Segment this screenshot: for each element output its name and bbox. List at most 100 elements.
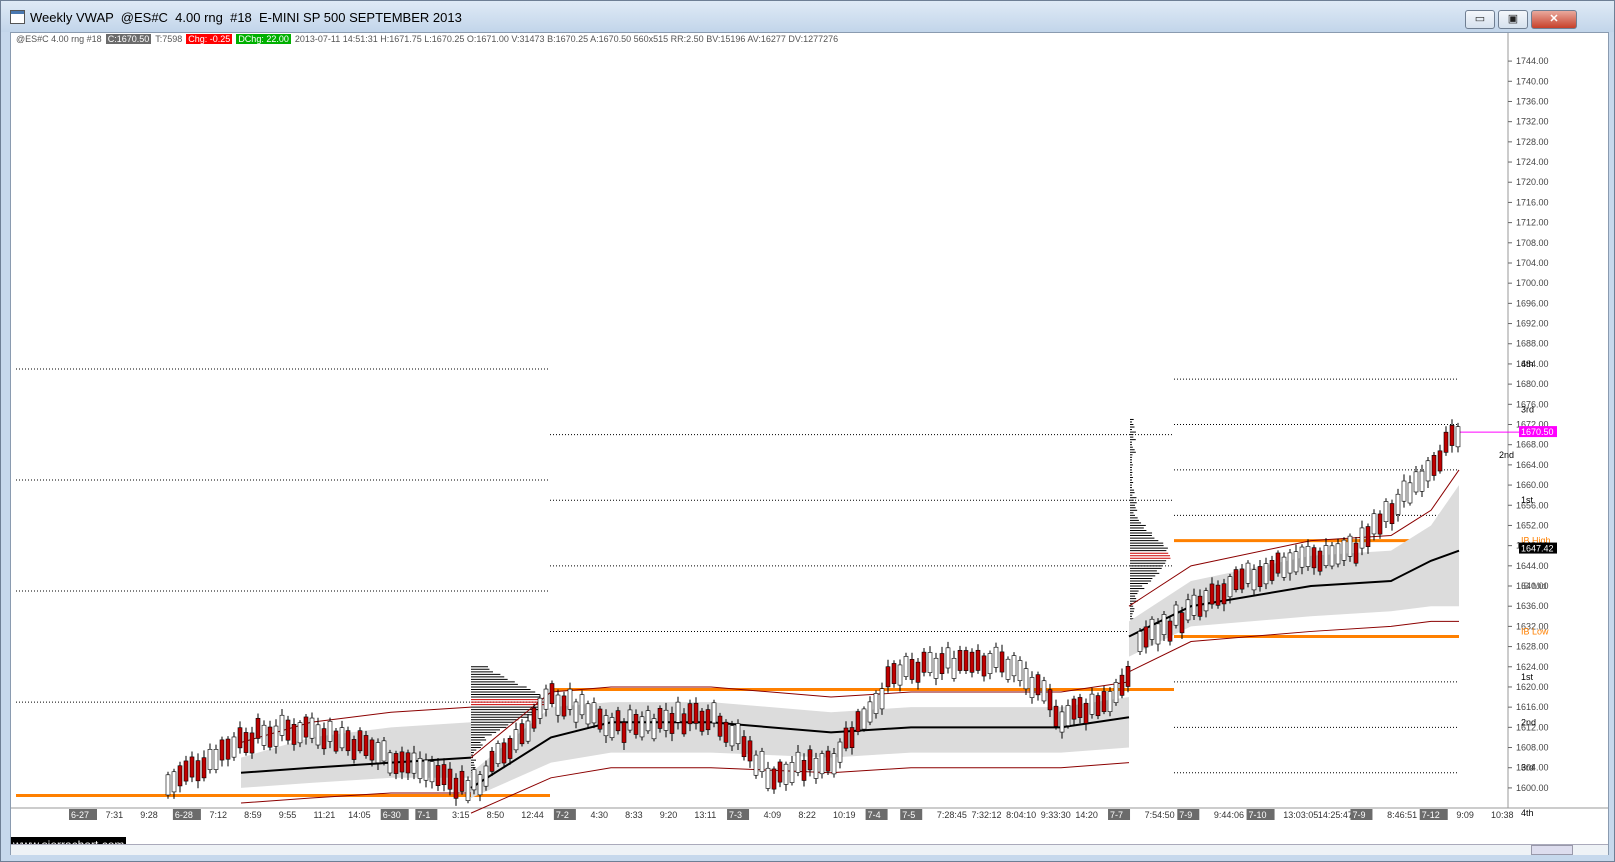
candle [670, 713, 674, 733]
candle [784, 764, 788, 784]
candle [484, 766, 488, 786]
candle [826, 751, 830, 771]
candle [1030, 677, 1034, 697]
candle [1258, 566, 1262, 586]
price-tick-label: 1696.00 [1516, 298, 1549, 308]
candle [1024, 669, 1028, 689]
candle [1264, 564, 1268, 584]
chart-area[interactable]: 1744.00 1740.00 1736.00 1732.00 1728.00 1724.… [10, 32, 1609, 855]
candle [1288, 553, 1292, 573]
price-tick-label: 1668.00 [1516, 440, 1549, 450]
horizontal-scrollbar[interactable] [11, 844, 1608, 855]
title-bar[interactable]: Weekly VWAP @ES#C 4.00 rng #18 E-MINI SP… [1, 1, 1614, 32]
time-tick-label: 7:54:50 [1145, 810, 1175, 820]
price-tick-label: 1636.00 [1516, 601, 1549, 611]
candle [232, 737, 236, 757]
candle [334, 731, 338, 751]
time-tick-label: 14:05 [348, 810, 371, 820]
candle [1408, 483, 1412, 503]
price-tick-label: 1720.00 [1516, 177, 1549, 187]
candle [1324, 545, 1328, 565]
candle [724, 722, 728, 742]
candle [418, 758, 422, 778]
candle [916, 662, 920, 682]
close-button[interactable]: ✕ [1531, 10, 1577, 29]
candle [238, 728, 242, 748]
level-label: 1st [1521, 672, 1534, 682]
candle [1318, 551, 1322, 571]
time-tick-label: 7-3 [729, 810, 742, 820]
candle [862, 709, 866, 729]
candle [1108, 692, 1112, 712]
candle [532, 708, 536, 728]
candle [946, 648, 950, 668]
candle [868, 702, 872, 722]
candle [1390, 504, 1394, 524]
candle [1072, 699, 1076, 719]
time-tick-label: 6-28 [175, 810, 193, 820]
info-symbol: @ES#C 4.00 rng #18 [16, 34, 102, 44]
candle [1066, 705, 1070, 725]
candle [952, 658, 956, 678]
candle [1438, 451, 1442, 471]
time-tick-label: 7-9 [1179, 810, 1192, 820]
candle [1402, 481, 1406, 501]
candle [976, 650, 980, 670]
candle [958, 650, 962, 670]
price-tick-label: 1608.00 [1516, 743, 1549, 753]
candle [610, 717, 614, 737]
candle [682, 714, 686, 734]
candle [940, 653, 944, 673]
price-chart[interactable]: 1744.00 1740.00 1736.00 1732.00 1728.00 1724.… [11, 33, 1608, 844]
candle [934, 658, 938, 678]
price-tick-label: 1704.00 [1516, 258, 1549, 268]
candle [1246, 563, 1250, 583]
level-label: 4th [1521, 359, 1534, 369]
time-tick-label: 10:19 [833, 810, 856, 820]
candle [1084, 703, 1088, 723]
candle [1366, 527, 1370, 547]
price-tick-label: 1628.00 [1516, 642, 1549, 652]
price-tick-label: 1700.00 [1516, 278, 1549, 288]
candle [1456, 427, 1460, 447]
candle [1186, 600, 1190, 620]
candle [688, 704, 692, 724]
candle [1060, 712, 1064, 732]
candle [292, 724, 296, 744]
candle [1234, 570, 1238, 590]
candle [1252, 570, 1256, 590]
candle [370, 740, 374, 760]
app-icon[interactable] [10, 10, 25, 24]
candle [766, 768, 770, 788]
candle [1378, 514, 1382, 534]
candle [286, 720, 290, 740]
candle [1204, 591, 1208, 611]
time-tick-label: 9:33:30 [1041, 810, 1071, 820]
price-tick-label: 1724.00 [1516, 157, 1549, 167]
candle [982, 656, 986, 676]
minimize-button[interactable]: ▭ [1465, 10, 1495, 29]
candle [1372, 514, 1376, 534]
time-tick-label: 8:33 [625, 810, 643, 820]
time-tick-label: 7-4 [868, 810, 881, 820]
scrollbar-thumb[interactable] [1531, 845, 1573, 855]
time-tick-label: 7-12 [1422, 810, 1440, 820]
candle [718, 716, 722, 736]
price-tick-label: 1600.00 [1516, 783, 1549, 793]
maximize-button[interactable]: ▣ [1498, 10, 1528, 29]
candle [358, 731, 362, 751]
candle [1018, 661, 1022, 681]
time-tick-label: 9:44:06 [1214, 810, 1244, 820]
candle [574, 702, 578, 722]
candle [220, 740, 224, 760]
candle [490, 751, 494, 771]
candle [514, 730, 518, 750]
candle [538, 698, 542, 718]
candle [394, 753, 398, 773]
candle [1312, 548, 1316, 568]
candle [874, 693, 878, 713]
level-label: 2nd [1521, 717, 1536, 727]
trade-count: T:7598 [155, 34, 182, 44]
bar-details: 2013-07-11 14:51:31 H:1671.75 L:1670.25 … [295, 34, 838, 44]
candle [1240, 569, 1244, 589]
